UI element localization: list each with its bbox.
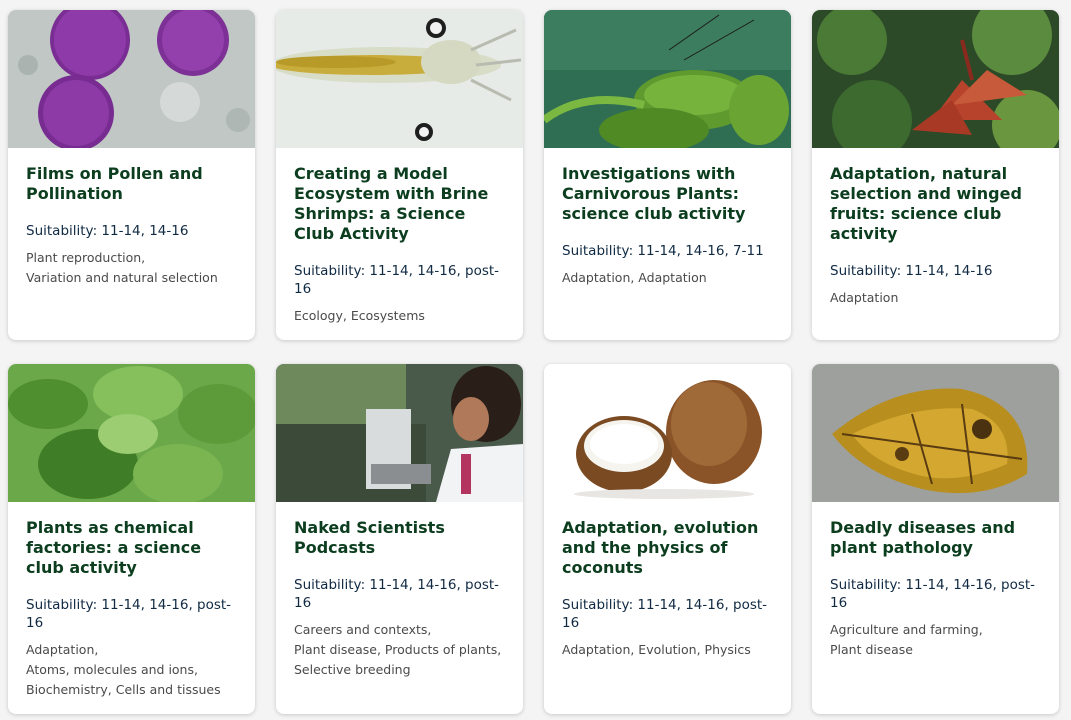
venus-flytrap-image[interactable] <box>544 10 791 148</box>
card-title[interactable]: Adaptation, natural selection and winged… <box>830 164 1041 244</box>
card-suitability: Suitability: 11-14, 14-16 <box>26 223 189 239</box>
card-tag-line: Atoms, molecules and ions, <box>26 662 198 677</box>
card-tag-line: Adaptation <box>830 290 899 305</box>
resource-card-grid: Films on Pollen and Pollination Suitabil… <box>8 10 1059 714</box>
resource-card[interactable]: Creating a Model Ecosystem with Brine Sh… <box>276 10 523 340</box>
card-title[interactable]: Adaptation, evolution and the physics of… <box>562 518 773 578</box>
card-title[interactable]: Plants as chemical factories: a science … <box>26 518 237 578</box>
card-suitability: Suitability: 11-14, 14-16, post-16 <box>26 597 232 631</box>
card-tag-line: Plant disease, Products of plants, <box>294 642 502 657</box>
card-title[interactable]: Creating a Model Ecosystem with Brine Sh… <box>294 164 505 244</box>
card-tag-line: Plant reproduction, <box>26 250 146 265</box>
resource-card[interactable]: Plants as chemical factories: a science … <box>8 364 255 714</box>
resource-card[interactable]: Deadly diseases and plant pathology Suit… <box>812 364 1059 714</box>
card-tag-line: Selective breeding <box>294 662 411 677</box>
card-suitability: Suitability: 11-14, 14-16, post-16 <box>830 577 1036 611</box>
card-tag-line: Variation and natural selection <box>26 270 218 285</box>
card-tag-line: Adaptation, Adaptation <box>562 270 707 285</box>
brine-shrimp-image[interactable] <box>276 10 523 148</box>
card-tag-line: Plant disease <box>830 642 913 657</box>
resource-card[interactable]: Investigations with Carnivorous Plants: … <box>544 10 791 340</box>
card-tags: Agriculture and farming, Plant disease <box>830 620 1041 660</box>
basil-leaves-image[interactable] <box>8 364 255 502</box>
card-tags: Adaptation, Adaptation <box>562 268 773 288</box>
card-tags: Adaptation <box>830 288 1041 308</box>
card-suitability: Suitability: 11-14, 14-16, 7-11 <box>562 243 764 259</box>
card-tag-line: Biochemistry, Cells and tissues <box>26 682 221 697</box>
diseased-leaf-image[interactable] <box>812 364 1059 502</box>
winged-fruits-image[interactable] <box>812 10 1059 148</box>
card-title[interactable]: Naked Scientists Podcasts <box>294 518 505 558</box>
resource-card[interactable]: Naked Scientists Podcasts Suitability: 1… <box>276 364 523 714</box>
card-tag-line: Agriculture and farming, <box>830 622 983 637</box>
card-suitability: Suitability: 11-14, 14-16 <box>830 263 993 279</box>
card-suitability: Suitability: 11-14, 14-16, post-16 <box>562 597 768 631</box>
pollen-image[interactable] <box>8 10 255 148</box>
card-tag-line: Adaptation, Evolution, Physics <box>562 642 751 657</box>
card-tag-line: Adaptation, <box>26 642 99 657</box>
card-tags: Ecology, Ecosystems <box>294 306 505 326</box>
resource-card[interactable]: Adaptation, natural selection and winged… <box>812 10 1059 340</box>
coconuts-image[interactable] <box>544 364 791 502</box>
scientist-microscope-image[interactable] <box>276 364 523 502</box>
card-tags: Plant reproduction, Variation and natura… <box>26 248 237 288</box>
card-suitability: Suitability: 11-14, 14-16, post-16 <box>294 577 500 611</box>
card-title[interactable]: Deadly diseases and plant pathology <box>830 518 1041 558</box>
card-tags: Adaptation, Atoms, molecules and ions, B… <box>26 640 237 700</box>
card-title[interactable]: Films on Pollen and Pollination <box>26 164 237 204</box>
card-title[interactable]: Investigations with Carnivorous Plants: … <box>562 164 773 224</box>
card-tags: Adaptation, Evolution, Physics <box>562 640 773 660</box>
card-tags: Careers and contexts, Plant disease, Pro… <box>294 620 505 680</box>
card-suitability: Suitability: 11-14, 14-16, post-16 <box>294 263 500 297</box>
resource-card[interactable]: Adaptation, evolution and the physics of… <box>544 364 791 714</box>
card-tag-line: Careers and contexts, <box>294 622 432 637</box>
resource-card[interactable]: Films on Pollen and Pollination Suitabil… <box>8 10 255 340</box>
card-tag-line: Ecology, Ecosystems <box>294 308 425 323</box>
